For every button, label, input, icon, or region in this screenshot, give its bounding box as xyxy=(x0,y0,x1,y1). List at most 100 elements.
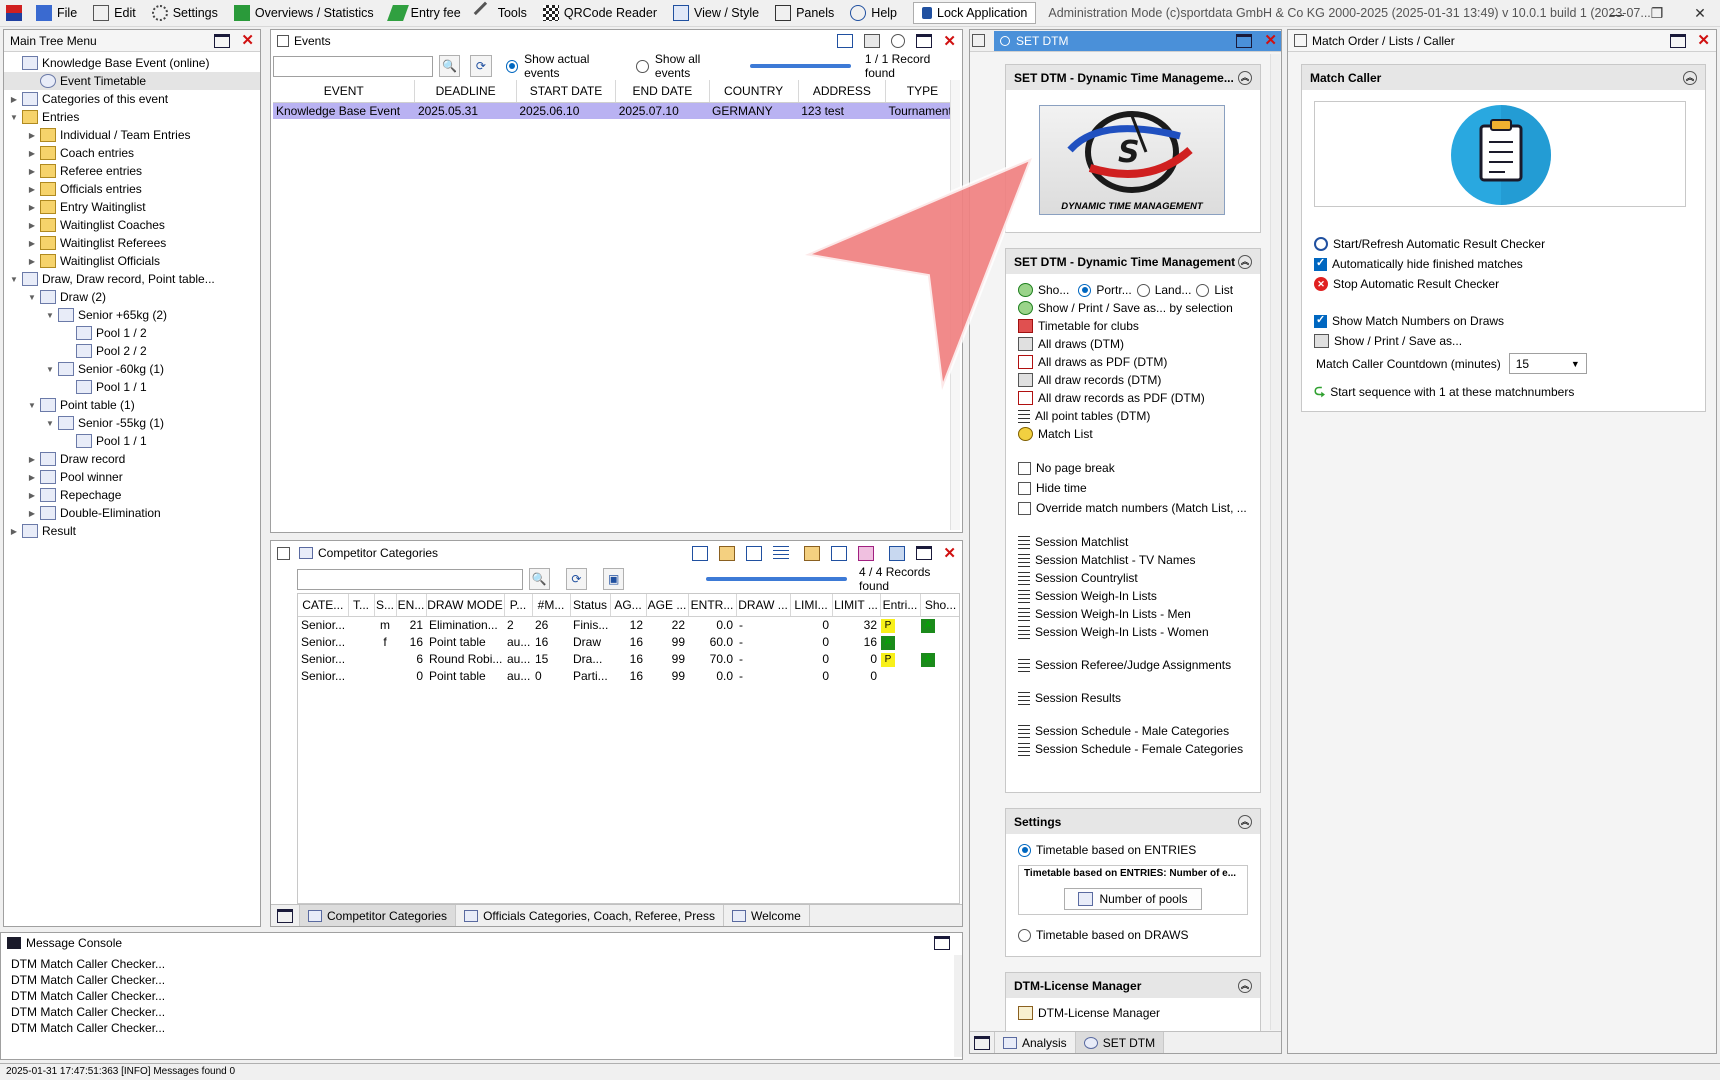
tt-entries-radio[interactable] xyxy=(1018,843,1031,857)
tree-node[interactable]: Event Timetable xyxy=(4,72,260,90)
column-header[interactable]: DRAW MODE xyxy=(426,594,505,617)
tree-node[interactable]: ▶ Double-Elimination xyxy=(4,504,260,522)
tab-set-dtm[interactable]: SET DTM xyxy=(1075,1032,1165,1053)
expanded-arrow-icon[interactable]: ▼ xyxy=(44,365,56,374)
panel-restore-icon[interactable] xyxy=(1294,34,1307,47)
column-header[interactable]: T... xyxy=(348,594,375,617)
tree-node[interactable]: Pool 1 / 2 xyxy=(4,324,260,342)
collapsed-arrow-icon[interactable]: ▶ xyxy=(26,149,38,158)
search-icon[interactable]: 🔍 xyxy=(439,55,461,77)
close-panel-icon[interactable]: ✕ xyxy=(241,33,254,48)
dtm-logo-section-header[interactable]: SET DTM - Dynamic Time Manageme... ︽ xyxy=(1006,65,1260,90)
refresh-icon[interactable]: ⟳ xyxy=(470,55,492,77)
folder-icon[interactable] xyxy=(864,34,881,48)
minimize-button[interactable]: — xyxy=(1597,0,1637,27)
tree-node[interactable]: ▶ Officials entries xyxy=(4,180,260,198)
clock-icon[interactable] xyxy=(891,34,906,48)
panel-restore-icon[interactable] xyxy=(972,34,985,47)
maximize-panel-icon[interactable] xyxy=(214,33,231,48)
expanded-arrow-icon[interactable]: ▼ xyxy=(8,113,20,122)
tool-icon-7[interactable] xyxy=(858,545,875,561)
column-header[interactable]: START DATE xyxy=(516,80,617,103)
column-header[interactable]: CATE... xyxy=(298,594,349,617)
tree-node[interactable]: ▶ Referee entries xyxy=(4,162,260,180)
menu-qrcode[interactable]: QRCode Reader xyxy=(535,0,665,26)
tree-node[interactable]: ▶ Waitinglist Referees xyxy=(4,234,260,252)
close-panel-icon[interactable]: ✕ xyxy=(943,34,956,49)
tree-node[interactable]: ▼ Senior -60kg (1) xyxy=(4,360,260,378)
maximize-panel-icon[interactable] xyxy=(934,936,950,950)
dtm-logo[interactable]: S DYNAMIC TIME MANAGEMENT xyxy=(1039,105,1225,215)
tool-icon-1[interactable] xyxy=(692,545,709,561)
column-header[interactable]: #M... xyxy=(532,594,571,617)
show-all-events-radio[interactable] xyxy=(636,59,649,73)
column-header[interactable]: Entri... xyxy=(880,594,921,617)
dtm-action-item[interactable]: Session Weigh-In Lists - Men xyxy=(1018,605,1258,623)
tree-node[interactable]: ▼ Senior -55kg (1) xyxy=(4,414,260,432)
dtm-action-item[interactable]: Session Weigh-In Lists - Women xyxy=(1018,623,1258,641)
console-scrollbar[interactable] xyxy=(954,955,962,1057)
tool-icon-5[interactable] xyxy=(804,545,821,561)
menu-help[interactable]: Help xyxy=(842,0,905,26)
dtm-action-item[interactable]: Session Schedule - Male Categories xyxy=(1018,722,1258,740)
tab-analysis[interactable]: Analysis xyxy=(995,1032,1076,1053)
collapsed-arrow-icon[interactable]: ▶ xyxy=(26,185,38,194)
column-header[interactable]: Sho... xyxy=(920,594,959,617)
tree-node[interactable]: ▶ Repechage xyxy=(4,486,260,504)
tree-node[interactable]: ▶ Entry Waitinglist xyxy=(4,198,260,216)
close-window-button[interactable]: ✕ xyxy=(1680,0,1720,27)
column-header[interactable]: P... xyxy=(504,594,533,617)
collapsed-arrow-icon[interactable]: ▶ xyxy=(26,239,38,248)
save-icon[interactable]: ▣ xyxy=(603,568,625,590)
list-radio[interactable] xyxy=(1196,283,1210,297)
tree-node[interactable]: Knowledge Base Event (online) xyxy=(4,54,260,72)
tree-node[interactable]: ▼ Point table (1) xyxy=(4,396,260,414)
tree-node[interactable]: ▼ Entries xyxy=(4,108,260,126)
collapsed-arrow-icon[interactable]: ▶ xyxy=(26,455,38,464)
collapse-icon[interactable]: ︽ xyxy=(1238,70,1252,85)
tree-node[interactable]: ▶ Pool winner xyxy=(4,468,260,486)
collapse-icon[interactable]: ︽ xyxy=(1238,978,1252,993)
tab-panel-toggle[interactable] xyxy=(970,1032,995,1053)
menu-panels[interactable]: Panels xyxy=(767,0,842,26)
close-panel-icon[interactable]: ✕ xyxy=(1697,33,1710,48)
column-header[interactable]: COUNTRY xyxy=(709,80,799,103)
close-panel-icon[interactable]: ✕ xyxy=(943,546,956,561)
column-header[interactable]: EVENT xyxy=(273,80,416,103)
expanded-arrow-icon[interactable]: ▼ xyxy=(44,419,56,428)
landscape-radio[interactable] xyxy=(1136,283,1150,297)
collapse-icon[interactable]: ︽ xyxy=(1238,814,1252,829)
categories-search-input[interactable] xyxy=(297,568,523,590)
tree-node[interactable]: ▶ Waitinglist Coaches xyxy=(4,216,260,234)
tree-node[interactable]: ▶ Coach entries xyxy=(4,144,260,162)
expanded-arrow-icon[interactable]: ▼ xyxy=(44,311,56,320)
tool-icon-6[interactable] xyxy=(831,545,848,561)
start-sequence-item[interactable]: ⮎ Start sequence with 1 at these matchnu… xyxy=(1314,382,1574,401)
tree-node[interactable]: ▼ Senior +65kg (2) xyxy=(4,306,260,324)
menu-settings[interactable]: Settings xyxy=(144,0,226,26)
show-print-save-item[interactable]: Show / Print / Save as... xyxy=(1314,332,1462,350)
list-icon[interactable] xyxy=(773,545,790,561)
column-header[interactable]: END DATE xyxy=(615,80,710,103)
tt-draws-option[interactable]: Timetable based on DRAWS xyxy=(1018,926,1189,944)
dtm-action-item[interactable]: Session Matchlist - TV Names xyxy=(1018,551,1258,569)
lock-application-button[interactable]: Lock Application xyxy=(913,2,1037,24)
tree-node[interactable]: ▶ Waitinglist Officials xyxy=(4,252,260,270)
tree-node[interactable]: ▶ Categories of this event xyxy=(4,90,260,108)
start-refresh-checker-item[interactable]: Start/Refresh Automatic Result Checker xyxy=(1314,235,1545,253)
column-header[interactable]: AG... xyxy=(610,594,647,617)
close-panel-icon[interactable]: ✕ xyxy=(1264,33,1277,48)
collapsed-arrow-icon[interactable]: ▶ xyxy=(8,527,20,536)
column-header[interactable]: ADDRESS xyxy=(798,80,886,103)
maximize-panel-icon[interactable] xyxy=(916,546,933,560)
tree-node[interactable]: Pool 2 / 2 xyxy=(4,342,260,360)
tree-node[interactable]: ▼ Draw (2) xyxy=(4,288,260,306)
panel-restore-icon[interactable] xyxy=(277,546,290,560)
table-row[interactable]: Senior... 0 Point table au... 0 Parti... 16 99 0… xyxy=(298,667,959,684)
dtm-action-item[interactable]: Session Schedule - Female Categories xyxy=(1018,740,1258,758)
table-row[interactable]: Knowledge Base Event 2025.05.31 2025.06.10… xyxy=(273,102,960,119)
dtm-action-item[interactable]: Override match numbers (Match List, ... xyxy=(1018,499,1258,517)
menu-view-style[interactable]: View / Style xyxy=(665,0,767,26)
collapse-icon[interactable]: ︽ xyxy=(1238,254,1252,269)
menu-tools[interactable]: Tools xyxy=(469,0,535,26)
